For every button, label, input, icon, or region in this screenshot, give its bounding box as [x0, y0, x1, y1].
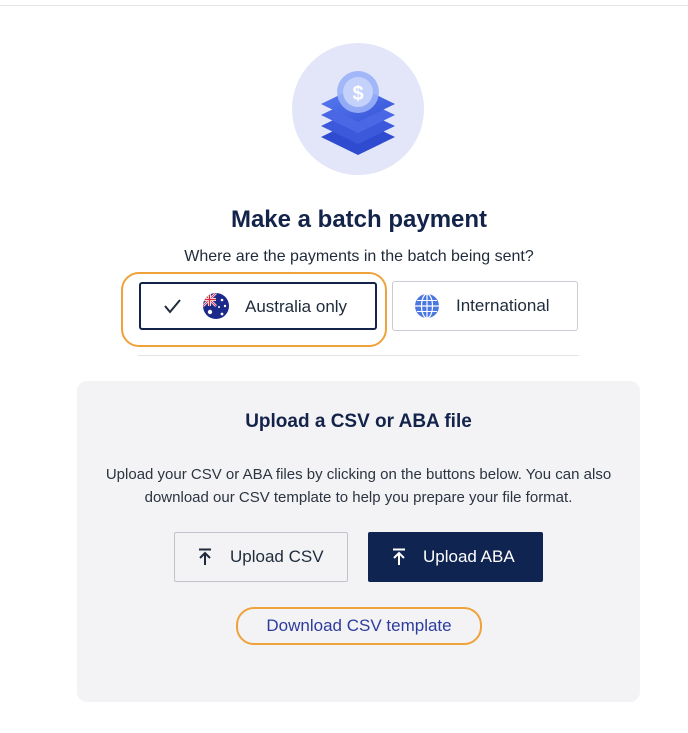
australia-only-label: Australia only [245, 297, 348, 316]
australia-only-option[interactable]: Australia only [139, 282, 377, 330]
download-csv-template-link[interactable]: Download CSV template [236, 616, 482, 636]
upload-csv-button[interactable]: Upload CSV [174, 532, 348, 582]
international-option[interactable]: International [392, 281, 578, 331]
globe-icon [415, 293, 439, 319]
upload-csv-label: Upload CSV [230, 547, 324, 566]
svg-text:$: $ [352, 83, 363, 105]
upload-card-description: Upload your CSV or ABA files by clicking… [105, 466, 612, 506]
page-title: Make a batch payment [230, 206, 488, 233]
upload-card: Upload a CSV or ABA file Upload your CSV… [77, 381, 640, 702]
international-label: International [456, 296, 550, 315]
australia-flag-icon [203, 293, 229, 319]
upload-card-title: Upload a CSV or ABA file [245, 411, 472, 432]
upload-aba-button[interactable]: Upload ABA [368, 532, 543, 582]
check-icon [164, 299, 181, 314]
upload-icon [393, 548, 405, 565]
stacked-money-dollar-icon: $ [321, 71, 395, 155]
upload-icon [199, 548, 211, 565]
section-divider [138, 355, 579, 356]
destination-question: Where are the payments in the batch bein… [184, 248, 534, 265]
top-divider [0, 5, 688, 6]
upload-aba-label: Upload ABA [423, 547, 515, 566]
batch-payment-illustration: $ [292, 43, 424, 175]
